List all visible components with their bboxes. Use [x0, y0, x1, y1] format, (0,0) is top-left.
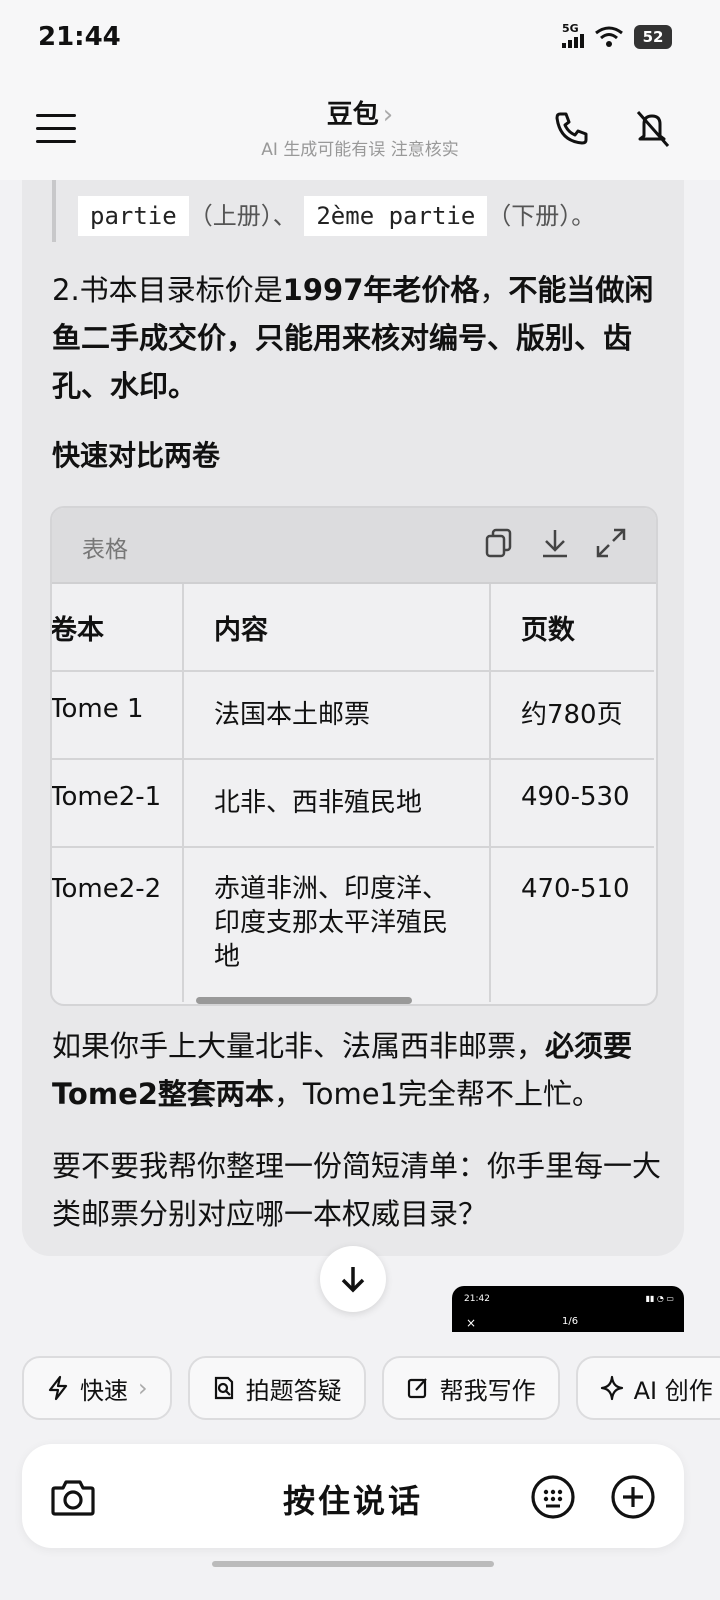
hold-to-talk-button[interactable]: 按住说话: [22, 1476, 684, 1522]
table-cell: 约780页: [489, 671, 654, 760]
emoji-keyboard-icon[interactable]: [530, 1474, 576, 1520]
table-cell: Tome 1: [52, 671, 185, 760]
wifi-icon: [595, 26, 623, 47]
mute-icon[interactable]: [632, 108, 672, 148]
table-cell: 赤道非洲、印度洋、印度支那太平洋殖民地: [183, 847, 491, 1002]
phone-icon[interactable]: [552, 108, 592, 148]
table-grid: 卷本 内容 页数 Tome 1 法国本土邮票 约780页 Tome2-1 北非、…: [52, 584, 654, 1002]
table-header-row: 卷本 内容 页数: [52, 584, 654, 672]
table-cell: 470-510: [520, 874, 630, 904]
answer-card: partie （上册）、 2ème partie （下册）。 2.书本目录标价是19…: [22, 180, 684, 1256]
quote-text: partie （上册）、 2ème partie （下册）。: [78, 196, 595, 236]
plus-icon[interactable]: [610, 1474, 656, 1520]
app-header: 豆包 › AI 生成可能有误 注意核实: [0, 80, 720, 180]
table-row: Tome2-2 赤道非洲、印度洋、印度支那太平洋殖民地 470-510: [52, 847, 654, 1002]
table-cell: Tome2-2: [52, 847, 185, 1002]
chip-writing[interactable]: 帮我写作: [381, 1356, 560, 1420]
chevron-right-icon: ›: [382, 100, 394, 130]
status-bar: 21:44 5G 52: [0, 0, 720, 80]
table-header-cell: 页数: [489, 584, 654, 672]
table-row: Tome2-1 北非、西非殖民地 490-530: [52, 759, 654, 848]
paragraph: 要不要我帮你整理一份简短清单：你手里每一大类邮票分别对应哪一本权威目录？: [52, 1149, 662, 1231]
table-toolbar: 表格: [52, 508, 656, 584]
expand-icon[interactable]: [594, 526, 628, 560]
battery-icon: 52: [634, 25, 672, 49]
table-cell: 法国本土邮票: [183, 671, 491, 760]
table-row: Tome 1 法国本土邮票 约780页: [52, 671, 654, 760]
code-snippet: partie: [78, 196, 189, 236]
table-header-cell: 卷本: [52, 584, 185, 672]
lightning-icon: [48, 1375, 68, 1401]
signal-icon: 5G: [562, 23, 584, 50]
status-time: 21:44: [38, 22, 121, 52]
table-cell: 490-530: [489, 759, 654, 848]
quote-bar: [52, 180, 56, 242]
chip-fast[interactable]: 快速 ›: [22, 1356, 172, 1420]
close-icon[interactable]: ×: [466, 1316, 476, 1330]
quick-actions: 快速 › 拍题答疑 帮我写作 AI 创作: [22, 1356, 720, 1420]
input-bar: 按住说话: [22, 1444, 684, 1548]
page-subtitle: AI 生成可能有误 注意核实: [261, 140, 459, 160]
table-label: 表格: [82, 537, 128, 563]
scroll-to-bottom-button[interactable]: [320, 1246, 386, 1312]
chip-photo-qa[interactable]: 拍题答疑: [187, 1356, 366, 1420]
photo-search-icon: [214, 1376, 233, 1400]
sparkle-icon: [600, 1375, 623, 1401]
mini-status-icons: ▮▮ ◔ ▭: [645, 1294, 674, 1303]
home-indicator[interactable]: [212, 1561, 494, 1567]
table-horizontal-scrollbar[interactable]: [196, 997, 412, 1004]
chevron-right-icon: ›: [138, 1374, 148, 1402]
table-header-cell: 内容: [183, 584, 491, 672]
download-icon[interactable]: [538, 526, 572, 560]
comparison-table[interactable]: 表格 卷本 内容 页数 Tome 1 法国本土邮票 约780页 Tome2-1 …: [50, 506, 658, 1006]
title-area[interactable]: 豆包 › AI 生成可能有误 注意核实: [0, 94, 720, 160]
copy-icon[interactable]: [482, 526, 516, 560]
chip-ai-create[interactable]: AI 创作: [575, 1356, 720, 1420]
code-snippet: 2ème partie: [304, 196, 488, 236]
paragraph: 如果你手上大量北非、法属西非邮票，必须要Tome2整套两本，Tome1完全帮不上…: [52, 1029, 633, 1111]
section-heading: 快速对比两卷: [52, 439, 221, 472]
table-cell: Tome2-1: [52, 759, 185, 848]
arrow-down-icon: [341, 1267, 365, 1293]
status-icons: 5G 52: [562, 23, 672, 50]
table-cell: 北非、西非殖民地: [183, 759, 491, 848]
edit-icon: [407, 1378, 427, 1399]
page-title[interactable]: 豆包 ›: [0, 94, 720, 131]
mini-preview-window[interactable]: 21:42 ▮▮ ◔ ▭ × 1/6: [452, 1286, 684, 1332]
paragraph: 2.书本目录标价是1997年老价格，不能当做闲鱼二手成交价，只能用来核对编号、版…: [52, 273, 654, 403]
